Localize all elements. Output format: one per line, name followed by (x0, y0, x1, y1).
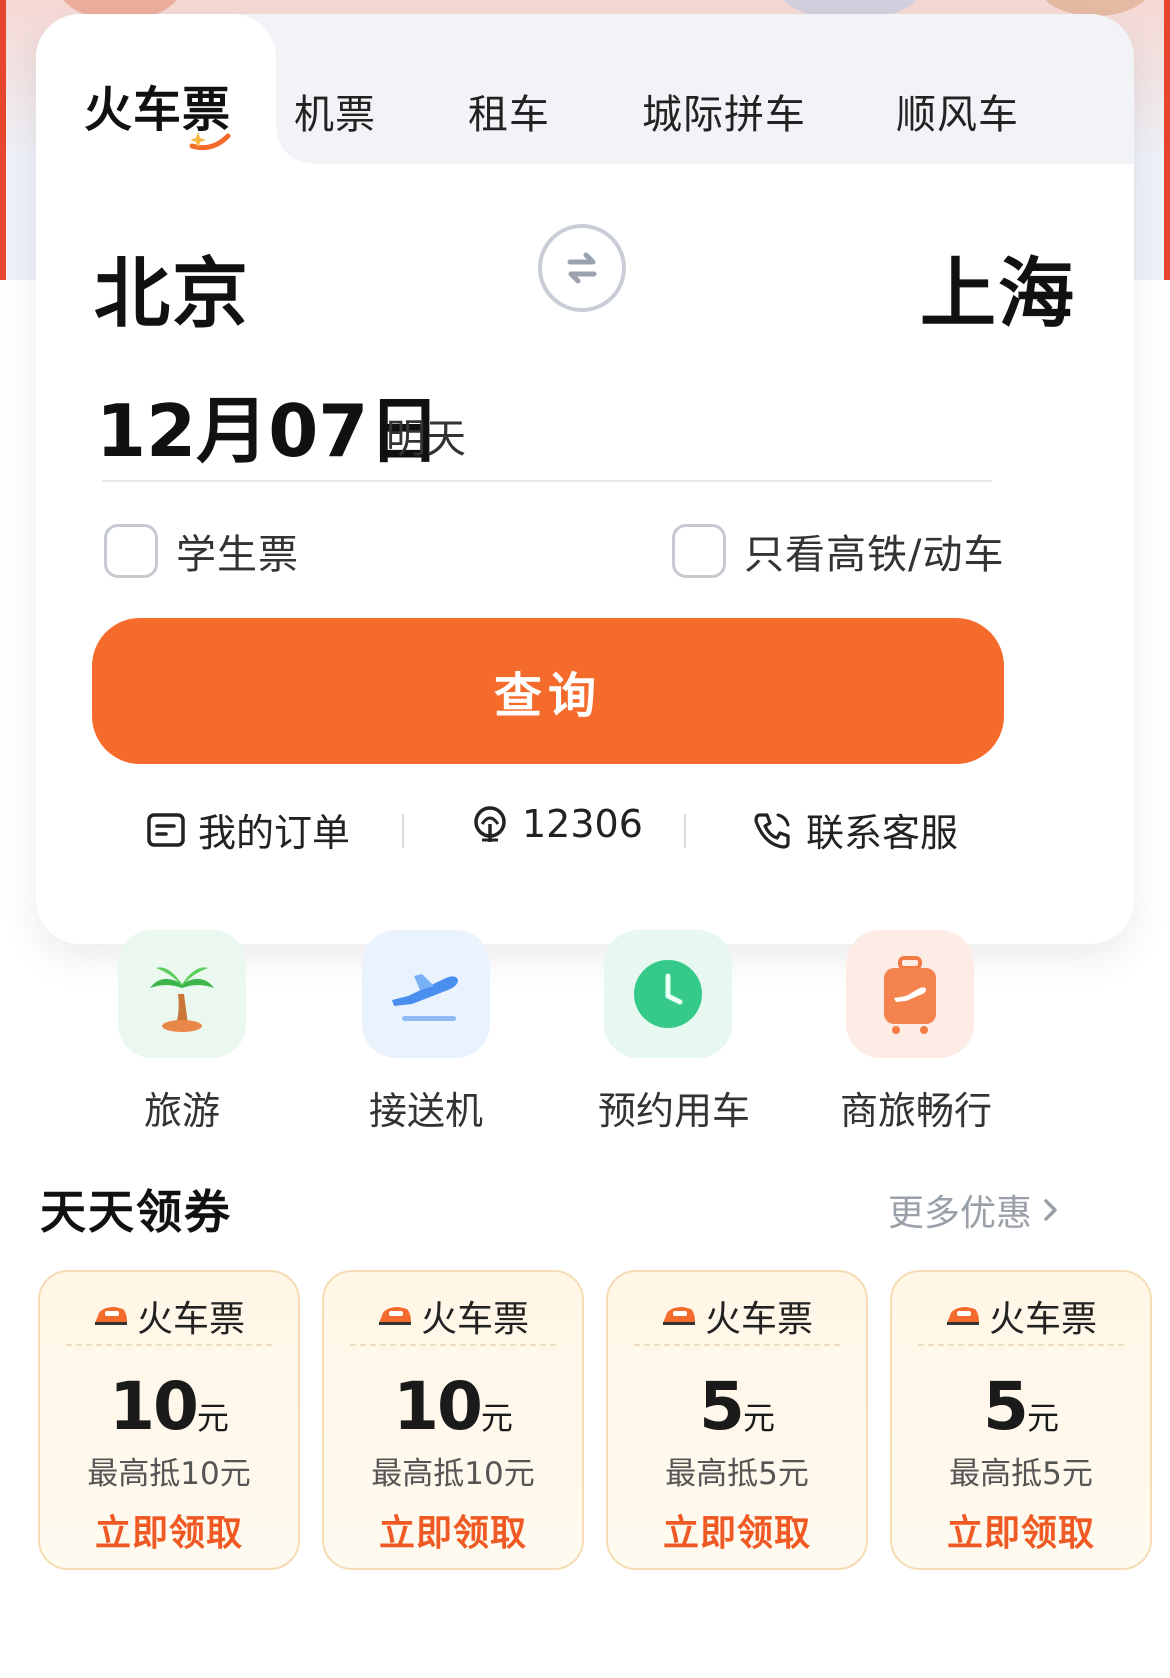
high-speed-only-label: 只看高铁/动车 (744, 532, 1005, 578)
coupon-header: 火车票 (892, 1290, 1150, 1342)
rail-12306-link[interactable]: 12306 (470, 802, 643, 846)
coupon-type: 火车票 (420, 1299, 529, 1340)
coupon-description: 最高抵5元 (949, 1456, 1093, 1492)
claim-coupon-button[interactable]: 立即领取 (40, 1504, 298, 1556)
booking-card: 火车票 机票 租车 城际拼车 顺风车 北京 上海 12月07日 明天 学生票 只… (36, 14, 1134, 944)
banner-stripe-left (0, 0, 6, 280)
coupon-card: 火车票 5元 最高抵5元 立即领取 (606, 1270, 868, 1570)
order-list-icon (147, 812, 185, 847)
coupon-description: 最高抵10元 (87, 1456, 251, 1492)
coupon-card: 火车票 5元 最高抵5元 立即领取 (890, 1270, 1152, 1570)
train-icon (946, 1307, 979, 1325)
tab-flights[interactable]: 机票 (294, 82, 376, 140)
student-ticket-label: 学生票 (176, 532, 299, 578)
category-tabs: 火车票 机票 租车 城际拼车 顺风车 (36, 14, 1134, 184)
coupon-header: 火车票 (608, 1290, 866, 1342)
card-footer-links: 我的订单 12306 联系客服 (36, 802, 1134, 862)
student-ticket-option[interactable]: 学生票 (104, 522, 299, 580)
coupon-amount-unit: 元 (196, 1399, 229, 1437)
quick-travel[interactable]: 旅游 (112, 930, 252, 1135)
coupon-type: 火车票 (704, 1299, 813, 1340)
search-button[interactable]: 查询 (92, 618, 1004, 764)
sparkle-swoosh-icon (189, 132, 231, 151)
train-icon (378, 1307, 411, 1325)
coupon-divider (66, 1344, 272, 1346)
phone-icon (754, 812, 790, 849)
banner-stripe-right (1164, 0, 1170, 280)
coupon-amount: 5元 (892, 1368, 1150, 1445)
coupon-amount-unit: 元 (1026, 1399, 1059, 1437)
claim-coupon-button[interactable]: 立即领取 (892, 1504, 1150, 1556)
palm-tree-icon (150, 967, 214, 1032)
travel-label: 旅游 (143, 1089, 220, 1133)
tab-rideshare[interactable]: 顺风车 (896, 82, 1019, 140)
my-orders-link[interactable]: 我的订单 (146, 802, 350, 857)
clock-icon (634, 960, 702, 1028)
customer-service-label: 联系客服 (806, 811, 959, 855)
coupon-amount-value: 5 (699, 1368, 745, 1445)
link-separator (684, 814, 686, 848)
suitcase-icon (884, 956, 936, 1034)
coupon-divider (918, 1344, 1124, 1346)
high-speed-only-checkbox[interactable] (672, 524, 726, 578)
quick-airport-transfer[interactable]: 接送机 (356, 930, 496, 1135)
more-offers-link[interactable]: 更多优惠 (888, 1184, 1062, 1236)
more-offers-label: 更多优惠 (887, 1193, 1032, 1234)
high-speed-only-option[interactable]: 只看高铁/动车 (672, 522, 1004, 580)
train-icon (94, 1307, 127, 1325)
railway-logo-icon (474, 806, 506, 842)
swap-cities-button[interactable] (538, 224, 626, 312)
date-divider (102, 480, 992, 482)
tab-car-rental[interactable]: 租车 (468, 82, 550, 140)
rail-12306-label: 12306 (522, 802, 643, 846)
coupon-amount: 10元 (40, 1368, 298, 1445)
coupon-description: 最高抵5元 (665, 1456, 809, 1492)
coupon-amount: 10元 (324, 1368, 582, 1445)
coupons-section-title: 天天领券 (40, 1185, 232, 1239)
chevron-right-icon (1044, 1199, 1057, 1221)
book-car-tile (604, 930, 732, 1058)
airport-transfer-tile (362, 930, 490, 1058)
coupon-header: 火车票 (324, 1290, 582, 1342)
coupon-card: 火车票 10元 最高抵10元 立即领取 (322, 1270, 584, 1570)
date-relative-label: 明天 (386, 416, 466, 462)
tab-intercity-carpool[interactable]: 城际拼车 (642, 82, 806, 140)
arrival-city[interactable]: 上海 (920, 232, 1076, 342)
quick-book-car[interactable]: 预约用车 (598, 930, 751, 1135)
book-car-label: 预约用车 (598, 1089, 751, 1133)
airport-transfer-label: 接送机 (368, 1089, 483, 1133)
quick-business-travel[interactable]: 商旅畅行 (840, 930, 993, 1135)
coupon-divider (350, 1344, 556, 1346)
travel-tile (118, 930, 246, 1058)
coupon-amount-value: 10 (109, 1368, 199, 1445)
my-orders-label: 我的订单 (198, 811, 351, 855)
coupon-header: 火车票 (40, 1290, 298, 1342)
swap-arrows-icon (567, 252, 597, 284)
coupon-description: 最高抵10元 (371, 1456, 535, 1492)
airplane-icon (392, 974, 458, 1021)
business-travel-tile (846, 930, 974, 1058)
claim-coupon-button[interactable]: 立即领取 (608, 1504, 866, 1556)
coupon-amount: 5元 (608, 1368, 866, 1445)
coupon-amount-value: 5 (983, 1368, 1029, 1445)
coupon-amount-unit: 元 (742, 1399, 775, 1437)
departure-city[interactable]: 北京 (94, 232, 250, 342)
coupon-card: 火车票 10元 最高抵10元 立即领取 (38, 1270, 300, 1570)
link-separator (402, 814, 404, 848)
train-icon (662, 1307, 695, 1325)
coupon-divider (634, 1344, 840, 1346)
student-ticket-checkbox[interactable] (104, 524, 158, 578)
claim-coupon-button[interactable]: 立即领取 (324, 1504, 582, 1556)
tab-train-ticket[interactable]: 火车票 (84, 70, 231, 151)
coupon-type: 火车票 (988, 1299, 1097, 1340)
coupon-type: 火车票 (136, 1299, 245, 1340)
coupon-amount-value: 10 (393, 1368, 483, 1445)
customer-service-link[interactable]: 联系客服 (752, 802, 958, 857)
business-travel-label: 商旅畅行 (840, 1089, 993, 1133)
coupon-amount-unit: 元 (480, 1399, 513, 1437)
